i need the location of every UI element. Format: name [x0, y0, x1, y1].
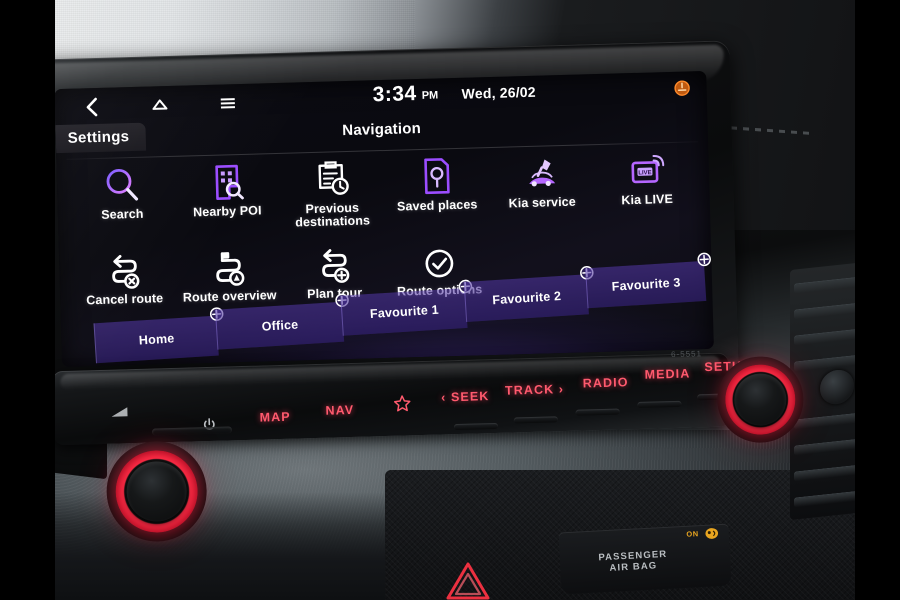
favourite-label: Favourite 2 — [491, 288, 562, 308]
track-key[interactable]: TRACK › — [505, 382, 564, 398]
eject-triangle-icon[interactable] — [111, 407, 128, 417]
unit-marking: 6-5551 — [670, 349, 703, 360]
magnifier-icon — [102, 163, 141, 206]
check-circle-icon — [420, 239, 457, 282]
tune-knob[interactable] — [716, 355, 805, 444]
vent-knob-right[interactable] — [820, 368, 854, 406]
favourite-label: Office — [261, 317, 299, 334]
menu-item-cancel-route[interactable]: Cancel route — [71, 247, 178, 308]
menu-hamburger-icon[interactable] — [217, 92, 240, 115]
hazard-triangle-icon[interactable] — [440, 556, 496, 600]
letterbox-left — [0, 0, 55, 600]
menu-item-route-overview[interactable]: Route overview — [176, 244, 283, 305]
date-label: Wed, 26/02 — [461, 83, 536, 102]
airbag-on-label: ON — [686, 529, 699, 539]
favourite-label: Favourite 3 — [611, 275, 681, 294]
favourite-label: Favourite 1 — [369, 302, 440, 321]
menu-item-label: Search — [101, 206, 144, 222]
clock: 3:34 PM — [372, 82, 439, 107]
poi-building-search-icon — [207, 160, 246, 203]
menu-item-label: Kia service — [508, 194, 576, 211]
favourite-label: Home — [138, 331, 175, 348]
seek-key[interactable]: ‹ SEEK — [441, 389, 490, 404]
menu-row-1: Search Nearby POI Previous destinations … — [68, 147, 700, 236]
infotainment-display[interactable]: 3:34 PM Wed, 26/02 Settings Navigation S… — [54, 70, 714, 368]
nav-key[interactable]: NAV — [325, 403, 354, 418]
volume-power-knob[interactable] — [105, 440, 209, 543]
kia-live-signal-icon: LIVE — [627, 148, 666, 191]
warning-indicator-icon — [673, 79, 690, 96]
cd-slot[interactable] — [151, 426, 233, 436]
key-slot[interactable] — [453, 422, 499, 431]
menu-item-kia-service[interactable]: Kia service — [488, 150, 595, 224]
airbag-lamp-icon — [704, 526, 719, 539]
clipboard-clock-icon — [312, 157, 351, 200]
favourite-1[interactable]: Favourite 1 — [340, 279, 473, 336]
plus-circle-icon[interactable] — [696, 251, 712, 267]
route-add-icon — [313, 242, 354, 285]
home-icon[interactable] — [149, 94, 172, 117]
kia-service-wrench-icon — [522, 151, 561, 194]
head-unit: 3:34 PM Wed, 26/02 Settings Navigation S… — [29, 40, 805, 543]
back-chevron-icon[interactable] — [81, 96, 104, 119]
route-overview-icon — [208, 245, 249, 288]
media-key[interactable]: MEDIA — [644, 367, 690, 382]
menu-item-label: Nearby POI — [192, 203, 262, 220]
svg-text:LIVE: LIVE — [638, 170, 652, 176]
clock-time: 3:34 — [372, 82, 417, 107]
map-pin-card-icon — [417, 154, 456, 197]
menu-item-label: Kia LIVE — [621, 191, 674, 208]
passenger-airbag-indicator: ON PASSENGER AIR BAG — [558, 523, 732, 595]
menu-item-search[interactable]: Search — [68, 162, 175, 236]
clock-ampm: PM — [421, 89, 439, 102]
map-key[interactable]: MAP — [259, 410, 290, 425]
menu-item-previous-destinations[interactable]: Previous destinations — [278, 156, 385, 230]
menu-item-label: Saved places — [396, 197, 478, 214]
menu-item-saved-places[interactable]: Saved places — [383, 153, 490, 227]
star-icon[interactable] — [393, 394, 412, 415]
infotainment-photo-scene: 3:34 PM Wed, 26/02 Settings Navigation S… — [0, 0, 900, 600]
menu-item-nearby-poi[interactable]: Nearby POI — [173, 159, 280, 233]
route-cancel-icon — [103, 248, 144, 291]
favourite-2[interactable]: Favourite 2 — [463, 266, 594, 322]
key-slot[interactable] — [637, 400, 682, 409]
key-slot[interactable] — [575, 408, 620, 416]
menu-item-kia-live[interactable]: LIVE Kia LIVE — [593, 147, 700, 221]
letterbox-right — [855, 0, 900, 600]
menu-item-label: Previous destinations — [295, 200, 371, 230]
airbag-text: PASSENGER AIR BAG — [598, 548, 668, 574]
favourite-home[interactable]: Home — [93, 307, 224, 364]
favourite-3[interactable]: Favourite 3 — [585, 252, 711, 309]
key-slot[interactable] — [513, 416, 558, 424]
radio-key[interactable]: RADIO — [583, 375, 629, 390]
favourite-office[interactable]: Office — [214, 293, 349, 350]
